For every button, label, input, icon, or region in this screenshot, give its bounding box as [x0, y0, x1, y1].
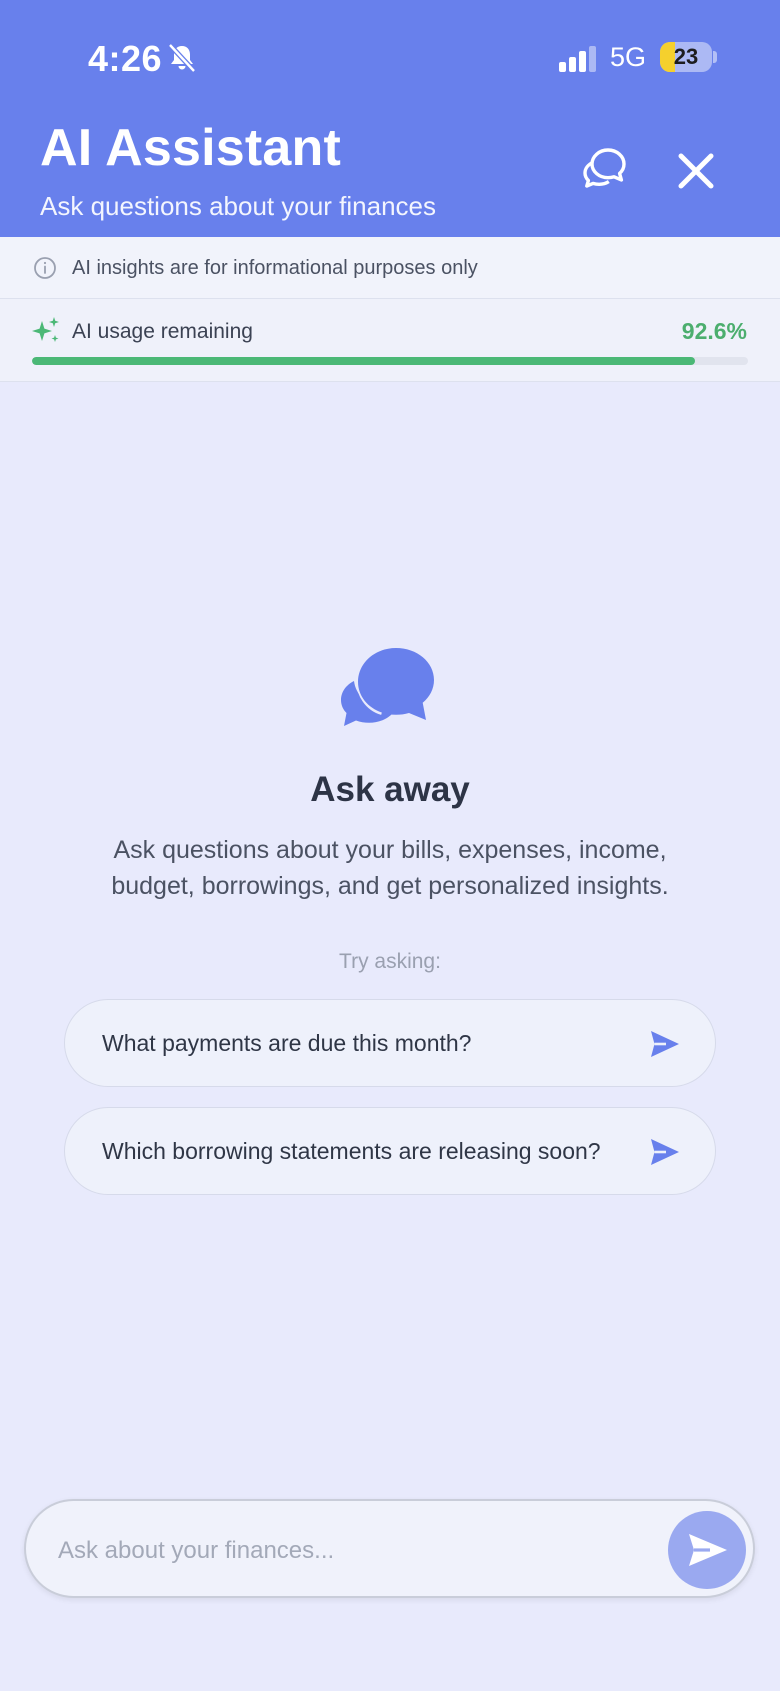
status-time: 4:26 — [88, 38, 163, 79]
close-icon[interactable] — [675, 150, 717, 192]
page-subtitle: Ask questions about your finances — [40, 191, 437, 221]
send-icon — [689, 1534, 727, 1566]
header: 4:26 5G 23 AI Assistant Ask questions ab… — [0, 0, 780, 237]
suggestion-chip-borrowing-statements[interactable]: Which borrowing statements are releasing… — [64, 1107, 716, 1195]
disclaimer-banner: AI insights are for informational purpos… — [0, 237, 780, 299]
page-title: AI Assistant — [40, 119, 341, 177]
send-icon — [651, 1139, 679, 1165]
usage-progress-track — [32, 357, 748, 365]
try-asking-label: Try asking: — [339, 950, 441, 973]
message-input[interactable] — [58, 1531, 638, 1571]
suggestion-label: What payments are due this month? — [102, 1030, 472, 1056]
disclaimer-text: AI insights are for informational purpos… — [72, 257, 478, 279]
usage-progress-fill — [32, 357, 696, 365]
chat-bubbles-icon — [341, 648, 434, 726]
sparkle-icon — [32, 317, 59, 342]
send-icon — [651, 1031, 679, 1057]
usage-label: AI usage remaining — [72, 320, 253, 343]
empty-state-description: Ask questions about your bills, expenses… — [111, 836, 669, 900]
message-composer — [24, 1499, 755, 1598]
empty-state-title: Ask away — [310, 770, 470, 809]
usage-meter: AI usage remaining 92.6% — [0, 299, 780, 382]
chat-bubble-icon[interactable] — [580, 145, 630, 195]
signal-icon — [559, 46, 596, 72]
battery-icon: 23 — [660, 42, 712, 72]
info-icon — [34, 257, 56, 279]
suggestion-chip-payments-due[interactable]: What payments are due this month? — [64, 999, 716, 1087]
battery-level: 23 — [673, 44, 699, 69]
send-button[interactable] — [668, 1511, 746, 1589]
usage-value: 92.6% — [681, 318, 747, 344]
network-type: 5G — [610, 42, 647, 72]
suggestion-label: Which borrowing statements are releasing… — [102, 1138, 601, 1164]
bell-off-icon — [168, 43, 196, 73]
